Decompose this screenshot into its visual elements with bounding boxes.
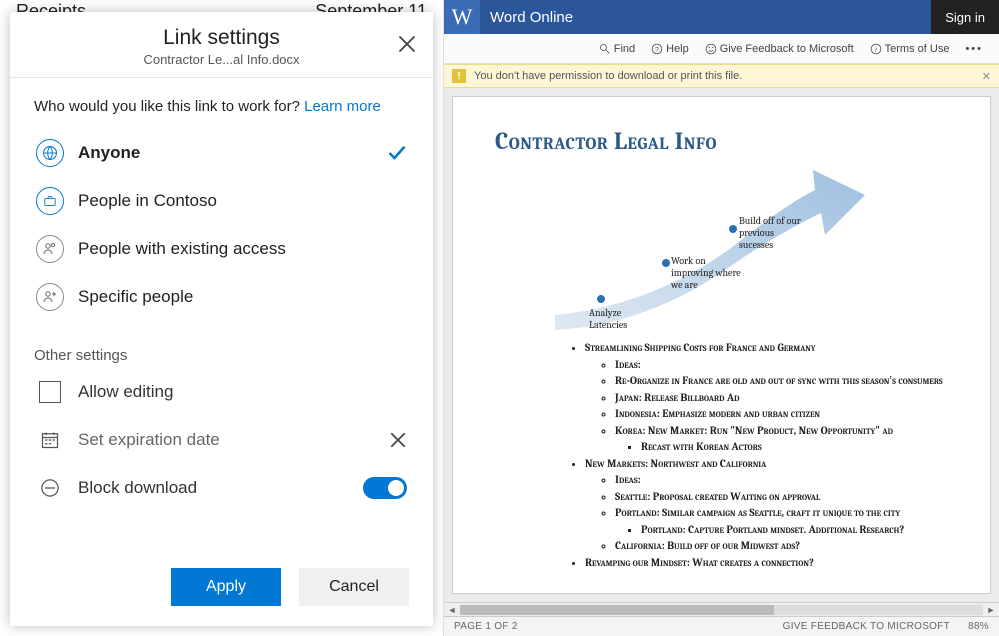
list-item: Re-Organize in France are old and out of… [615, 373, 948, 390]
checkbox-icon[interactable] [36, 378, 64, 406]
list-item: Portland: Similar campaign as Seattle, c… [615, 505, 948, 522]
dismiss-warning-icon[interactable]: ✕ [982, 70, 991, 83]
scroll-left-icon[interactable]: ◄ [446, 605, 458, 615]
svg-text:?: ? [655, 46, 659, 53]
permission-warning: ! You don't have permission to download … [444, 64, 999, 88]
list-item: Revamping our Mindset: What creates a co… [585, 555, 948, 572]
help-icon: ? [651, 43, 663, 55]
apply-button[interactable]: Apply [171, 568, 281, 606]
link-settings-dialog: Link settings Contractor Le...al Info.do… [10, 12, 433, 626]
clear-expiration-icon[interactable] [389, 431, 407, 449]
block-download-toggle[interactable] [363, 477, 407, 499]
list-item: Japan: Release Billboard Ad [615, 390, 948, 407]
warning-icon: ! [452, 69, 466, 83]
calendar-icon [36, 426, 64, 454]
info-icon: i [870, 43, 882, 55]
expiration-label: Set expiration date [78, 430, 389, 450]
terms-button[interactable]: i Terms of Use [862, 43, 958, 55]
globe-icon [36, 139, 64, 167]
app-name: Word Online [490, 9, 573, 26]
scroll-right-icon[interactable]: ► [985, 605, 997, 615]
word-online-window: W Word Online Sign in Find ? Help Give F… [444, 0, 999, 636]
dialog-title: Link settings [10, 26, 433, 50]
block-download-row: Block download [34, 464, 409, 512]
document-page: Contractor Legal Info Analyze Latencies … [452, 96, 991, 594]
option-label: People in Contoso [78, 191, 407, 211]
word-toolbar: Find ? Help Give Feedback to Microsoft i… [444, 34, 999, 64]
list-item: Ideas: [615, 472, 948, 489]
link-audience-question: Who would you like this link to work for… [34, 98, 409, 115]
list-item: Portland: Capture Portland mindset. Addi… [641, 522, 948, 539]
option-people-in-org[interactable]: People in Contoso [34, 177, 409, 225]
document-title: Contractor Legal Info [495, 127, 948, 155]
diagram-node-1: Analyze Latencies [589, 307, 659, 331]
option-label: People with existing access [78, 239, 407, 259]
more-button[interactable]: ••• [957, 43, 991, 55]
dialog-subtitle: Contractor Le...al Info.docx [10, 52, 433, 67]
search-icon [599, 43, 611, 55]
scroll-thumb[interactable] [460, 605, 774, 615]
option-label: Specific people [78, 287, 407, 307]
check-icon [387, 143, 407, 163]
learn-more-link[interactable]: Learn more [304, 98, 381, 115]
allow-editing-row[interactable]: Allow editing [34, 368, 409, 416]
close-icon[interactable] [397, 34, 417, 54]
document-bullets: Streamlining Shipping Costs for France a… [495, 340, 948, 571]
diagram-node-3: Build off of our previous sucesses [739, 215, 809, 251]
zoom-level[interactable]: 88% [968, 621, 989, 632]
feedback-button[interactable]: Give Feedback to Microsoft [697, 43, 862, 55]
find-button[interactable]: Find [591, 43, 643, 55]
list-item: California: Build off of our Midwest ads… [615, 538, 948, 555]
briefcase-icon [36, 187, 64, 215]
word-logo-icon: W [444, 0, 480, 34]
smile-icon [705, 43, 717, 55]
option-existing-access[interactable]: People with existing access [34, 225, 409, 273]
document-canvas[interactable]: Contractor Legal Info Analyze Latencies … [444, 88, 999, 602]
diagram-node-2: Work on improving where we are [671, 255, 741, 291]
word-titlebar: W Word Online Sign in [444, 0, 999, 34]
people-plus-icon [36, 283, 64, 311]
option-label: Anyone [78, 143, 387, 163]
people-lock-icon [36, 235, 64, 263]
expiration-row[interactable]: Set expiration date [34, 416, 409, 464]
list-item: Streamlining Shipping Costs for France a… [585, 340, 948, 357]
list-item: Indonesia: Emphasize modern and urban ci… [615, 406, 948, 423]
list-item: Recast with Korean Actors [641, 439, 948, 456]
sign-in-button[interactable]: Sign in [931, 0, 999, 34]
page-indicator: Page 1 of 2 [454, 621, 518, 632]
svg-text:i: i [875, 46, 877, 53]
list-item: Korea: New Market: Run "New Product, New… [615, 423, 948, 440]
list-item: New Markets: Northwest and California [585, 456, 948, 473]
block-download-label: Block download [78, 478, 363, 498]
link-options-list: Anyone People in Contoso People with ex [34, 129, 409, 321]
help-button[interactable]: ? Help [643, 43, 697, 55]
status-feedback-link[interactable]: Give Feedback to Microsoft [783, 621, 950, 632]
list-item: Ideas: [615, 357, 948, 374]
option-specific-people[interactable]: Specific people [34, 273, 409, 321]
allow-editing-label: Allow editing [78, 382, 407, 402]
block-icon [36, 474, 64, 502]
horizontal-scrollbar[interactable]: ◄ ► [444, 602, 999, 616]
status-bar: Page 1 of 2 Give Feedback to Microsoft 8… [444, 616, 999, 636]
list-item: Seattle: Proposal created Waiting on app… [615, 489, 948, 506]
warning-text: You don't have permission to download or… [474, 70, 742, 82]
other-settings-heading: Other settings [34, 347, 409, 364]
arrow-diagram: Analyze Latencies Work on improving wher… [495, 165, 948, 340]
option-anyone[interactable]: Anyone [34, 129, 409, 177]
cancel-button[interactable]: Cancel [299, 568, 409, 606]
